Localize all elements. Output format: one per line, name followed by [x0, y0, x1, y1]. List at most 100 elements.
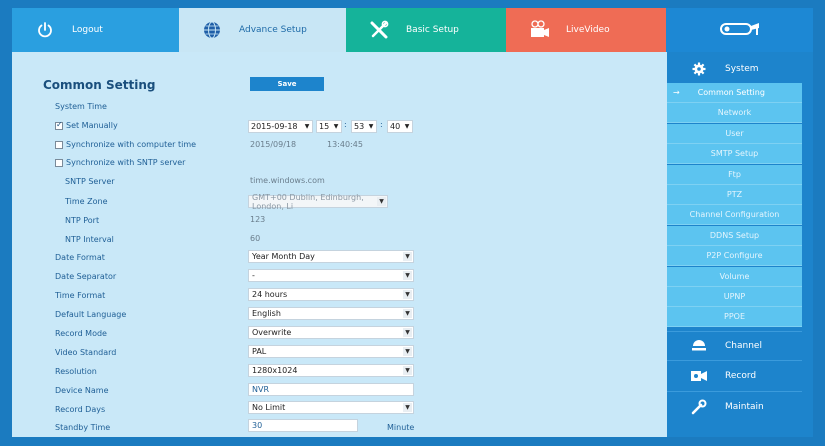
chevron-down-icon: ▼ — [403, 271, 412, 280]
second-select[interactable]: 40 ▼ — [387, 120, 413, 133]
checkbox-checked[interactable] — [55, 120, 63, 130]
time-zone-select[interactable]: GMT+00 Dublin, Edinburgh, London, Li ▼ — [248, 193, 388, 211]
sidebar-item-ftp[interactable]: Ftp — [667, 164, 802, 185]
record-days-label: Record Days — [55, 405, 106, 414]
record-mode-label: Record Mode — [55, 329, 107, 338]
device-name-input[interactable]: NVR — [248, 383, 414, 396]
sntp-server-value: time.windows.com — [250, 176, 325, 185]
record-mode-value: Overwrite — [252, 328, 292, 337]
system-time-label: System Time — [55, 102, 107, 111]
resolution-label: Resolution — [55, 367, 97, 376]
sidebar-item-volume[interactable]: Volume — [667, 266, 802, 287]
sidebar-item-p2p-configure[interactable]: P2P Configure — [667, 246, 802, 267]
record-mode-select[interactable]: Overwrite ▼ — [248, 326, 414, 339]
date-format-select[interactable]: Year Month Day ▼ — [248, 250, 414, 263]
advance-setup-tab[interactable]: Advance Setup — [179, 8, 346, 52]
chevron-down-icon: ▼ — [403, 252, 412, 261]
date-separator-select[interactable]: - ▼ — [248, 269, 414, 282]
default-language-label: Default Language — [55, 310, 127, 319]
chevron-down-icon: ▼ — [403, 328, 412, 337]
standby-time-input[interactable]: 30 — [248, 419, 358, 432]
video-record-icon — [689, 368, 709, 384]
power-icon — [34, 19, 56, 41]
gear-icon — [689, 61, 709, 77]
sidebar-channel[interactable]: Channel — [667, 331, 802, 359]
date-separator-label: Date Separator — [55, 272, 117, 281]
chevron-down-icon: ▼ — [403, 403, 412, 412]
logout-tab[interactable]: Logout — [12, 8, 179, 52]
sidebar-system[interactable]: System — [667, 56, 802, 82]
ntp-interval-label: NTP Interval — [65, 235, 114, 244]
ntp-port-value: 123 — [250, 215, 266, 224]
default-language-select[interactable]: English ▼ — [248, 307, 414, 320]
sync-computer-label: Synchronize with computer time — [66, 140, 197, 149]
ntp-port-label: NTP Port — [65, 216, 100, 225]
live-video-label: LiveVideo — [566, 25, 610, 35]
dome-camera-icon — [689, 338, 709, 354]
set-manually-checkbox[interactable]: Set Manually — [55, 120, 118, 130]
sidebar-item-label: Common Setting — [697, 88, 765, 97]
sidebar-item-smtp-setup[interactable]: SMTP Setup — [667, 144, 802, 165]
checkbox-unchecked[interactable] — [55, 158, 63, 167]
sidebar-item-ddns-setup[interactable]: DDNS Setup — [667, 225, 802, 246]
sidebar-item-network[interactable]: Network — [667, 103, 802, 124]
video-standard-select[interactable]: PAL ▼ — [248, 345, 414, 358]
chevron-down-icon: ▼ — [333, 123, 339, 130]
date-separator-value: - — [252, 271, 255, 280]
arrow-right-icon: → — [673, 88, 680, 97]
time-format-select[interactable]: 24 hours ▼ — [248, 288, 414, 301]
sidebar-maintain[interactable]: Maintain — [667, 391, 802, 421]
sync-computer-checkbox[interactable]: Synchronize with computer time — [55, 140, 196, 149]
sync-sntp-checkbox[interactable]: Synchronize with SNTP server — [55, 158, 185, 167]
chevron-down-icon: ▼ — [403, 347, 412, 356]
basic-setup-tab[interactable]: Basic Setup — [346, 8, 506, 52]
chevron-down-icon: ▼ — [403, 366, 412, 375]
save-button[interactable]: Save — [250, 77, 324, 91]
date-picker[interactable]: 2015-09-18 ▼ — [248, 120, 313, 133]
sidebar-item-label: P2P Configure — [706, 251, 763, 261]
date-value: 2015-09-18 — [251, 122, 298, 131]
record-days-select[interactable]: No Limit ▼ — [248, 401, 414, 414]
sidebar-item-label: PPOE — [724, 312, 745, 322]
sidebar-item-user[interactable]: User — [667, 123, 802, 144]
wrench-icon — [689, 399, 709, 415]
minute-value: 53 — [354, 122, 365, 131]
ntp-interval-value: 60 — [250, 234, 261, 243]
resolution-select[interactable]: 1280x1024 ▼ — [248, 364, 414, 377]
minute-unit-label: Minute — [387, 423, 415, 432]
sidebar-item-label: User — [725, 128, 744, 138]
minute-select[interactable]: 53 ▼ — [351, 120, 377, 133]
system-label: System — [725, 64, 759, 74]
sidebar-record[interactable]: Record — [667, 360, 802, 390]
sidebar-item-label: Ftp — [728, 169, 741, 179]
maintain-label: Maintain — [725, 401, 764, 412]
sidebar-item-label: Volume — [719, 271, 750, 281]
live-video-tab[interactable]: LiveVideo — [506, 8, 666, 52]
checkbox-unchecked[interactable] — [55, 140, 63, 149]
time-colon: : — [344, 120, 347, 129]
cctv-camera-icon — [717, 19, 763, 42]
date-format-value: Year Month Day — [252, 252, 315, 261]
sidebar-item-channel-configuration[interactable]: Channel Configuration — [667, 205, 802, 226]
scrollbar[interactable] — [802, 52, 813, 437]
sidebar-item-common-setting[interactable]: → Common Setting — [667, 83, 802, 103]
time-colon: : — [380, 120, 383, 129]
settings-panel — [12, 52, 667, 437]
sidebar-item-ppoe[interactable]: PPOE — [667, 307, 802, 328]
sidebar-item-upnp[interactable]: UPNP — [667, 287, 802, 307]
hour-select[interactable]: 15 ▼ — [316, 120, 342, 133]
page-title: Common Setting — [43, 78, 156, 92]
basic-setup-label: Basic Setup — [406, 25, 459, 35]
chevron-down-icon: ▼ — [404, 123, 410, 130]
computer-time: 13:40:45 — [327, 140, 363, 149]
sidebar-item-label: Channel Configuration — [689, 210, 780, 220]
sidebar-item-ptz[interactable]: PTZ — [667, 185, 802, 205]
time-format-label: Time Format — [55, 291, 106, 300]
standby-time-label: Standby Time — [55, 423, 111, 432]
advance-setup-label: Advance Setup — [239, 25, 307, 35]
chevron-down-icon: ▼ — [377, 197, 386, 206]
sync-sntp-label: Synchronize with SNTP server — [66, 158, 186, 167]
record-days-value: No Limit — [252, 403, 286, 412]
channel-label: Channel — [725, 340, 762, 351]
computer-date: 2015/09/18 — [250, 140, 297, 149]
